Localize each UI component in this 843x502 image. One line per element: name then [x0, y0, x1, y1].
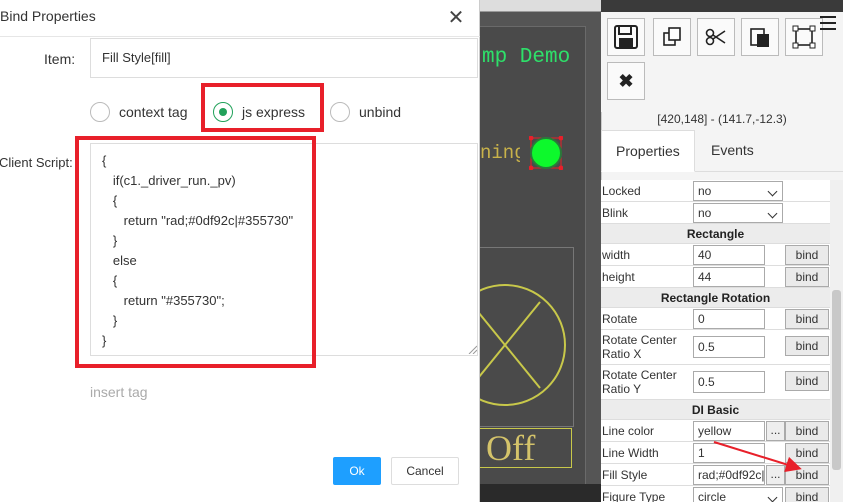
- panel-tabs: Properties Events: [601, 130, 843, 172]
- dialog-title: Bind Properties: [0, 8, 96, 24]
- prop-label: Rotate Center Ratio Y: [602, 368, 677, 396]
- bind-button[interactable]: bind: [785, 309, 829, 329]
- prop-label: Rotate: [602, 311, 638, 326]
- bind-button[interactable]: bind: [785, 267, 829, 287]
- cancel-button[interactable]: Cancel: [391, 457, 459, 485]
- canvas-off-label: Off: [480, 428, 572, 468]
- canvas-top-bar: [480, 0, 601, 12]
- prop-label: Line color: [602, 423, 655, 438]
- prop-row-locked: Locked no: [601, 180, 830, 202]
- ratio-y-input[interactable]: 0.5: [693, 371, 765, 393]
- paste-icon: [750, 28, 769, 47]
- tab-events[interactable]: Events: [697, 130, 768, 172]
- canvas-title-text: mp Demo: [482, 46, 571, 69]
- insert-tag-link[interactable]: insert tag: [90, 384, 148, 400]
- bind-button[interactable]: bind: [785, 336, 829, 356]
- prop-row-figure-type: Figure Type circle bind: [601, 486, 830, 502]
- section-rectangle: Rectangle: [601, 224, 830, 244]
- item-label: Item:: [44, 51, 76, 67]
- select-bounds-icon: [792, 25, 816, 49]
- section-di-basic: DI Basic: [601, 400, 830, 420]
- prop-row-ratio-x: Rotate Center Ratio X 0.5 bind: [601, 330, 830, 365]
- copy-button[interactable]: [653, 18, 691, 56]
- radio-label: unbind: [359, 104, 402, 120]
- menu-icon[interactable]: [820, 16, 836, 30]
- tab-properties[interactable]: Properties: [601, 130, 695, 172]
- delete-button[interactable]: ✖: [607, 62, 645, 100]
- prop-row-blink: Blink no: [601, 202, 830, 224]
- prop-label: Line Width: [602, 445, 659, 460]
- bind-button[interactable]: bind: [785, 487, 829, 502]
- copy-icon: [663, 27, 681, 46]
- radio-unbind[interactable]: unbind: [330, 100, 401, 124]
- bind-button[interactable]: bind: [785, 371, 829, 391]
- locked-select[interactable]: no: [693, 181, 783, 201]
- client-script-label: Client Script:: [0, 155, 73, 170]
- prop-label: width: [602, 247, 631, 262]
- radio-circle-icon: [330, 102, 350, 122]
- figure-type-select[interactable]: circle: [693, 487, 783, 502]
- width-input[interactable]: 40: [693, 245, 765, 265]
- delete-icon: ✖: [618, 70, 634, 91]
- save-button[interactable]: [607, 18, 645, 56]
- blink-select[interactable]: no: [693, 203, 783, 223]
- radio-circle-icon: [90, 102, 110, 122]
- cut-button[interactable]: [697, 18, 735, 56]
- prop-row-rotate: Rotate 0 bind: [601, 308, 830, 330]
- select-bounds-button[interactable]: [785, 18, 823, 56]
- rotate-input[interactable]: 0: [693, 309, 765, 329]
- prop-label: Fill Style: [602, 467, 648, 482]
- coordinates-readout: [420,148] - (141.7,-12.3): [657, 112, 787, 126]
- paste-button[interactable]: [741, 18, 779, 56]
- prop-label: Blink: [602, 205, 629, 220]
- radio-context-tag[interactable]: context tag: [90, 100, 188, 124]
- save-icon: [614, 25, 638, 49]
- radio-label: context tag: [119, 104, 188, 120]
- prop-label: Locked: [602, 183, 641, 198]
- close-icon[interactable]: ✕: [445, 8, 467, 30]
- prop-label: Figure Type: [602, 489, 666, 502]
- bind-button[interactable]: bind: [785, 245, 829, 265]
- toolbar: ✖: [601, 12, 843, 112]
- prop-row-width: width 40 bind: [601, 244, 830, 266]
- highlight-client-script: [75, 136, 316, 368]
- green-lamp-shape[interactable]: [529, 136, 563, 170]
- cut-icon: [705, 28, 726, 46]
- ok-button[interactable]: Ok: [333, 457, 381, 485]
- prop-label: height: [602, 269, 635, 284]
- resize-grip-icon[interactable]: [467, 344, 477, 354]
- prop-row-height: height 44 bind: [601, 266, 830, 288]
- highlight-js-express: [201, 83, 324, 132]
- canvas-bottom-bar: [480, 484, 601, 502]
- item-field[interactable]: Fill Style[fill]: [90, 38, 478, 78]
- section-rectangle-rotation: Rectangle Rotation: [601, 288, 830, 308]
- ratio-x-input[interactable]: 0.5: [693, 336, 765, 358]
- scrollbar-thumb[interactable]: [832, 290, 841, 470]
- canvas-running-text: ning: [480, 142, 520, 164]
- prop-row-ratio-y: Rotate Center Ratio Y 0.5 bind: [601, 365, 830, 400]
- annotation-arrow-icon: [713, 441, 802, 473]
- height-input[interactable]: 44: [693, 267, 765, 287]
- dialog-divider: [0, 36, 480, 37]
- prop-label: Rotate Center Ratio X: [602, 333, 677, 361]
